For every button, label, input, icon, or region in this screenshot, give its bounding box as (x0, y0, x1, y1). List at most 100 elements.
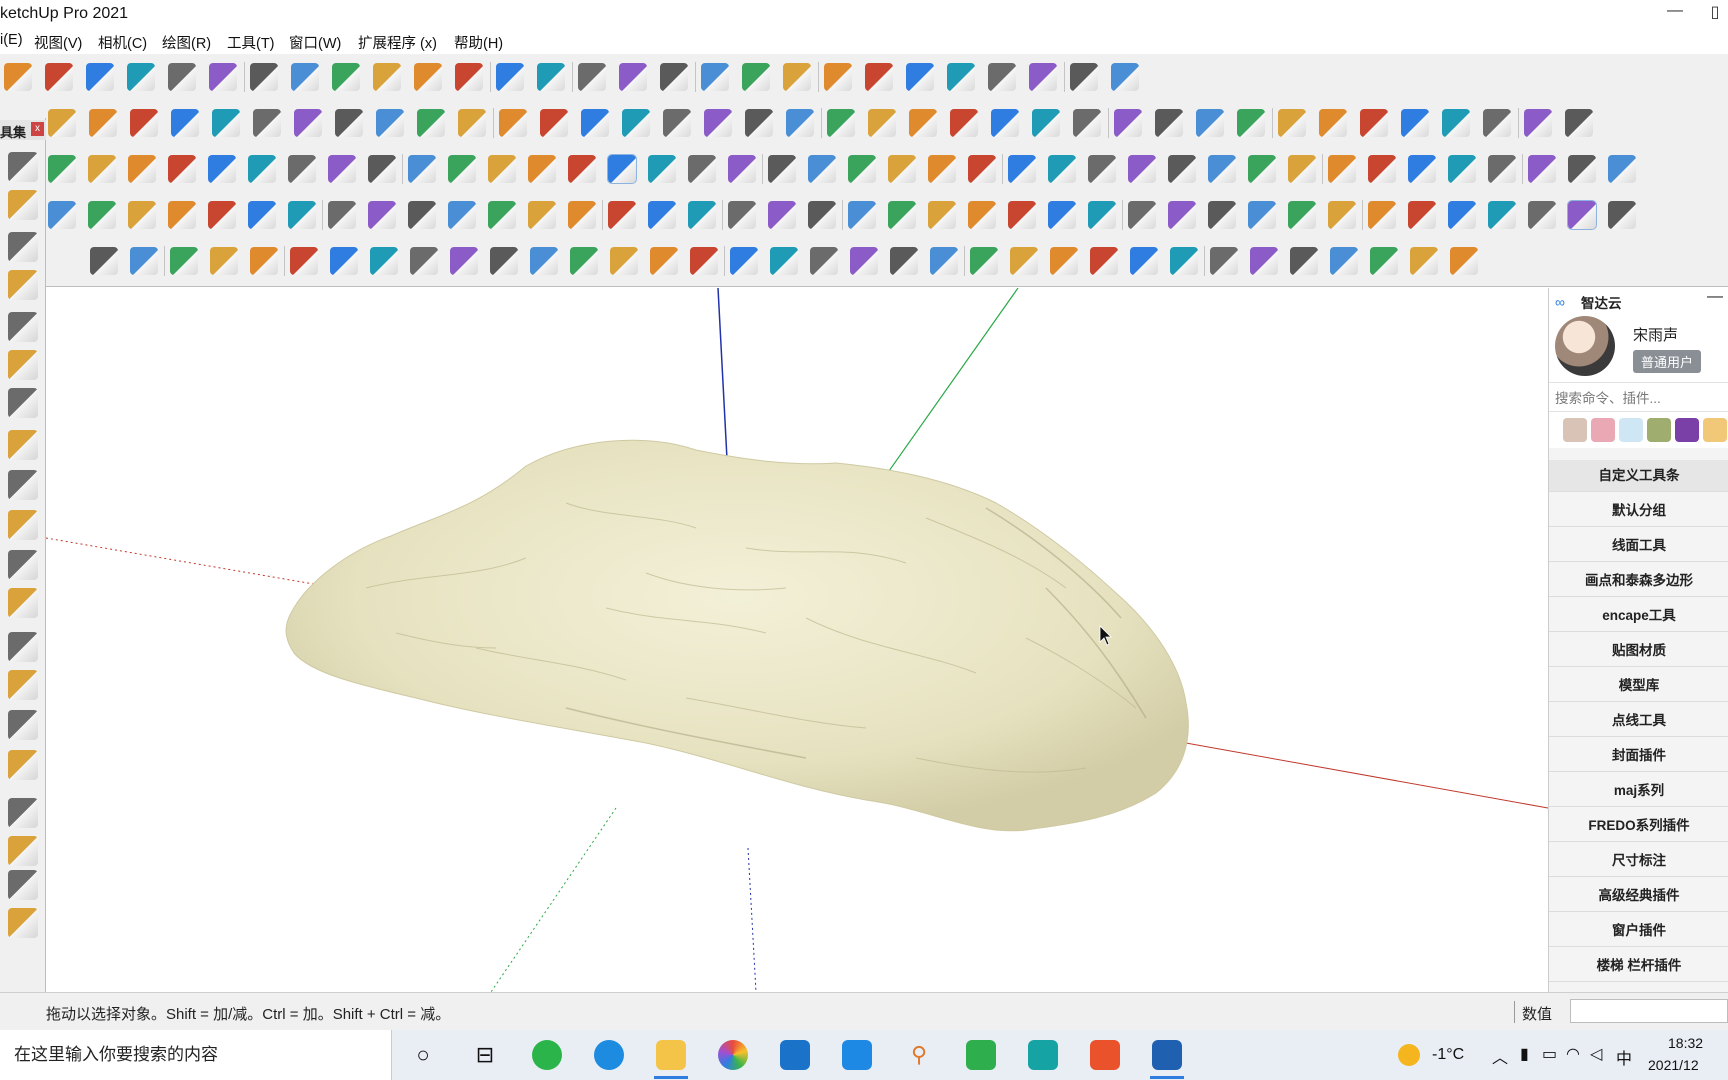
toolbar-tool-icon[interactable] (1528, 155, 1556, 183)
toolbar-tool-icon[interactable] (370, 247, 398, 275)
toolbar-tool-icon[interactable] (128, 201, 156, 229)
toolbar-tool-icon[interactable] (171, 109, 199, 137)
toolbar-tool-icon[interactable] (928, 201, 956, 229)
toolbar-tool-icon[interactable] (1448, 155, 1476, 183)
category-item[interactable]: 点线工具 (1549, 705, 1728, 737)
toolbar-tool-icon[interactable] (770, 247, 798, 275)
toolbar-tool-icon[interactable] (328, 155, 356, 183)
toolbar-tool-icon[interactable] (1442, 109, 1470, 137)
toolbar-tool-icon[interactable] (328, 201, 356, 229)
toolbar-tool-icon[interactable] (1114, 109, 1142, 137)
toolbar-tool-icon[interactable] (1278, 109, 1306, 137)
toolbar-tool-icon[interactable] (768, 201, 796, 229)
toolbar-tool-icon[interactable] (688, 155, 716, 183)
toolbar-tool-icon[interactable] (1111, 63, 1139, 91)
toolbar-tool-icon[interactable] (622, 109, 650, 137)
toolbar-tool-icon[interactable] (1410, 247, 1438, 275)
toolbar-tool-icon[interactable] (808, 155, 836, 183)
toolbar-tool-icon[interactable] (568, 201, 596, 229)
toolbar-tool-icon[interactable] (1210, 247, 1238, 275)
toolbar-tool-icon[interactable] (488, 155, 516, 183)
menu-window[interactable]: 窗口(W) (289, 32, 341, 53)
toolbar-tool-icon[interactable] (1168, 155, 1196, 183)
toolbar-tool-icon[interactable] (570, 247, 598, 275)
toolbar-tool-icon[interactable] (1008, 155, 1036, 183)
microphone-icon[interactable]: ▮ (1520, 1044, 1529, 1064)
toolbar-tool-icon[interactable] (1368, 155, 1396, 183)
toolbar-tool-icon[interactable] (45, 63, 73, 91)
toolbar-tool-icon[interactable] (742, 63, 770, 91)
plugin-shield-icon[interactable] (1563, 418, 1587, 442)
menu-extensions[interactable]: 扩展程序 (x) (358, 32, 437, 53)
toolbar-tool-icon[interactable] (248, 201, 276, 229)
toolbar-tool-icon[interactable] (701, 63, 729, 91)
toolbar-tool-icon[interactable] (1155, 109, 1183, 137)
toolbar-tool-icon[interactable] (1408, 155, 1436, 183)
toolbar-tool-icon[interactable] (1128, 201, 1156, 229)
toolbar-tool-icon[interactable] (648, 155, 676, 183)
toolbar-tool-icon[interactable] (1528, 201, 1556, 229)
palette-tool-icon[interactable] (8, 430, 38, 460)
plugin-ring-icon[interactable] (1703, 418, 1727, 442)
weather-temp[interactable]: -1°C (1432, 1046, 1464, 1064)
toolbar-tool-icon[interactable] (1608, 201, 1636, 229)
toolbar-tool-icon[interactable] (930, 247, 958, 275)
toolbar-tool-icon[interactable] (294, 109, 322, 137)
toolbar-tool-icon[interactable] (291, 63, 319, 91)
toolbar-tool-icon[interactable] (568, 155, 596, 183)
toolbar-tool-icon[interactable] (288, 155, 316, 183)
toolbar-tool-icon[interactable] (810, 247, 838, 275)
toolbar-tool-icon[interactable] (1288, 155, 1316, 183)
toolbar-tool-icon[interactable] (1288, 201, 1316, 229)
cortana-icon[interactable]: ○ (408, 1040, 438, 1070)
category-item[interactable]: 高级经典插件 (1549, 880, 1728, 912)
menu-help[interactable]: 帮助(H) (454, 32, 503, 53)
toolbar-tool-icon[interactable] (745, 109, 773, 137)
toolbar-tool-icon[interactable] (848, 201, 876, 229)
toolbar-tool-icon[interactable] (824, 63, 852, 91)
palette-tool-icon[interactable] (8, 870, 38, 900)
toolbar-tool-icon[interactable] (528, 155, 556, 183)
toolbar-tool-icon[interactable] (209, 63, 237, 91)
bilibili-icon[interactable] (842, 1040, 872, 1070)
toolbar-tool-icon[interactable] (417, 109, 445, 137)
toolbar-tool-icon[interactable] (728, 201, 756, 229)
toolbar-tool-icon[interactable] (330, 247, 358, 275)
taskbar-search-input[interactable] (14, 1043, 384, 1067)
toolbar-tool-icon[interactable] (1408, 201, 1436, 229)
menu-edit[interactable]: i(E) (0, 32, 23, 48)
toolbar-tool-icon[interactable] (368, 201, 396, 229)
toolbar-tool-icon[interactable] (783, 63, 811, 91)
category-item[interactable]: encape工具 (1549, 600, 1728, 632)
toolbar-tool-icon[interactable] (888, 155, 916, 183)
category-item[interactable]: FREDO系列插件 (1549, 810, 1728, 842)
sketchup-taskbar-icon[interactable] (1152, 1040, 1182, 1070)
toolbar-tool-icon[interactable] (376, 109, 404, 137)
toolbar-tool-icon[interactable] (1070, 63, 1098, 91)
category-item[interactable]: 线面工具 (1549, 530, 1728, 562)
toolbar-tool-icon[interactable] (688, 201, 716, 229)
palette-tool-icon[interactable] (8, 750, 38, 780)
toolbar-tool-icon[interactable] (410, 247, 438, 275)
toolbar-tool-icon[interactable] (1168, 201, 1196, 229)
toolbar-tool-icon[interactable] (890, 247, 918, 275)
palette-tool-icon[interactable] (8, 550, 38, 580)
palette-close-icon[interactable]: x (31, 122, 44, 136)
toolbar-tool-icon[interactable] (808, 201, 836, 229)
toolbar-tool-icon[interactable] (130, 247, 158, 275)
toolbar-tool-icon[interactable] (88, 155, 116, 183)
palette-tool-icon[interactable] (8, 632, 38, 662)
toolbar-tool-icon[interactable] (250, 247, 278, 275)
palette-tool-icon[interactable] (8, 270, 38, 300)
menu-draw[interactable]: 绘图(R) (162, 32, 211, 53)
toolbar-tool-icon[interactable] (530, 247, 558, 275)
toolbar-tool-icon[interactable] (968, 201, 996, 229)
search-app-icon[interactable]: ⚲ (904, 1040, 934, 1070)
palette-tool-icon[interactable] (8, 670, 38, 700)
toolbar-tool-icon[interactable] (499, 109, 527, 137)
toolbar-tool-icon[interactable] (408, 155, 436, 183)
toolbar-tool-icon[interactable] (906, 63, 934, 91)
volume-icon[interactable]: ◁ (1590, 1044, 1602, 1064)
toolbar-tool-icon[interactable] (1360, 109, 1388, 137)
toolbar-tool-icon[interactable] (1368, 201, 1396, 229)
